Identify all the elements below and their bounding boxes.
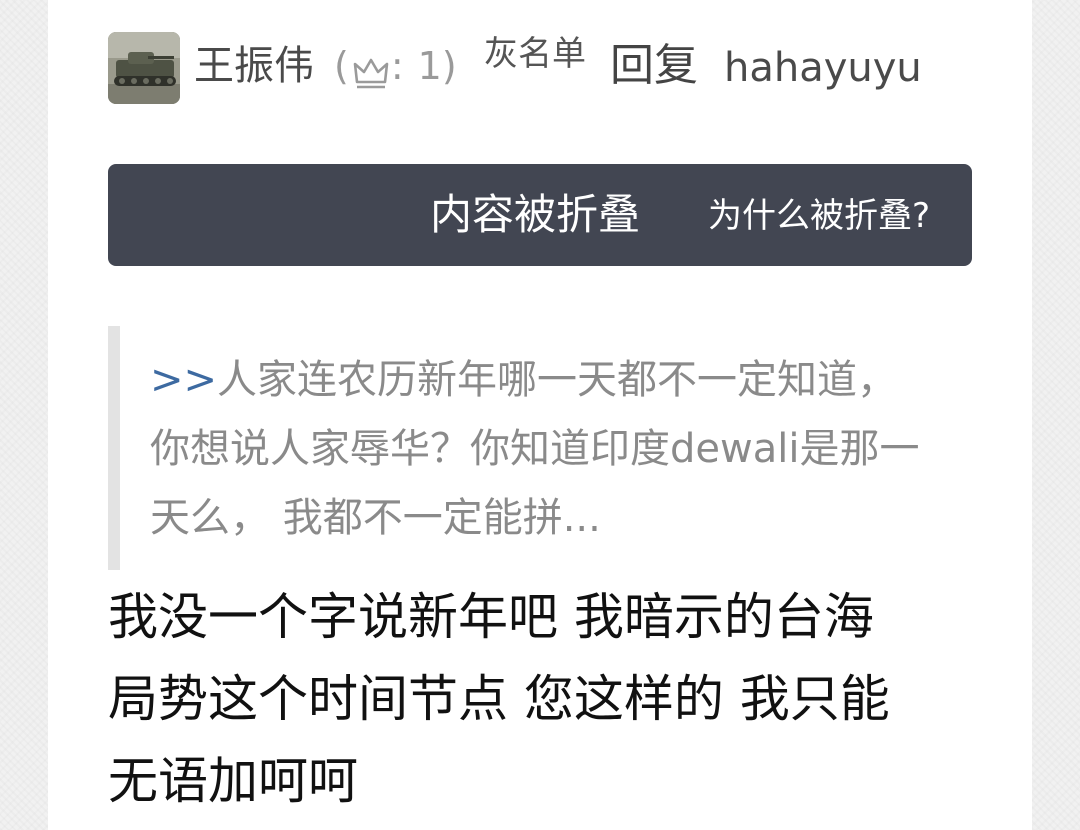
- reply-body-line: 我没一个字说新年吧 我暗示的台海: [108, 588, 874, 646]
- quote-marker: >>: [150, 357, 218, 403]
- reply-label: 回复: [610, 40, 698, 91]
- gray-list-badge[interactable]: 灰名单: [484, 30, 586, 78]
- level-value: 1): [417, 44, 457, 88]
- comment-card: 王振伟 ( : 1) 灰名单 回复 hahayuyu 内容被折叠 为什么被折叠?…: [48, 0, 1032, 830]
- reply-target-user[interactable]: hahayuyu: [724, 40, 922, 96]
- folded-content-banner[interactable]: 内容被折叠 为什么被折叠?: [108, 164, 972, 266]
- quoted-reply[interactable]: >>人家连农历新年哪一天都不一定知道，你想说人家辱华？你知道印度dewali是那…: [108, 326, 928, 570]
- quote-text: 人家连农历新年哪一天都不一定知道，你想说人家辱华？你知道印度dewali是那一天…: [150, 357, 920, 541]
- crown-icon: [353, 49, 389, 89]
- folded-title[interactable]: 内容被折叠: [430, 186, 640, 244]
- level-open-paren: (: [334, 44, 349, 88]
- level-separator: :: [390, 44, 404, 88]
- user-level: ( : 1): [334, 38, 457, 94]
- why-folded-link[interactable]: 为什么被折叠?: [708, 192, 930, 240]
- reply-body-line: 局势这个时间节点 您这样的 我只能: [108, 670, 890, 728]
- reply-body-line: 无语加呵呵: [108, 752, 358, 810]
- username[interactable]: 王振伟: [194, 38, 314, 94]
- quote-text-block: >>人家连农历新年哪一天都不一定知道，你想说人家辱华？你知道印度dewali是那…: [150, 346, 920, 553]
- user-avatar[interactable]: [108, 32, 180, 104]
- tank-avatar-image: [108, 32, 180, 104]
- reply-body: 我没一个字说新年吧 我暗示的台海 局势这个时间节点 您这样的 我只能 无语加呵呵: [108, 576, 958, 822]
